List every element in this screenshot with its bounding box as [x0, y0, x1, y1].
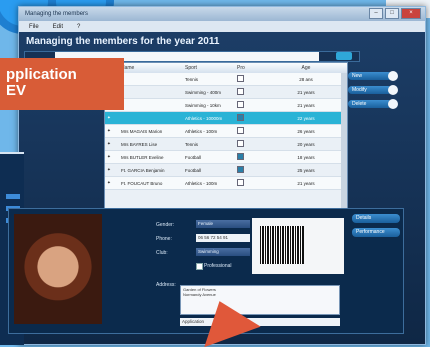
pro-checkbox[interactable] [237, 75, 244, 82]
cell-pro [235, 75, 275, 83]
gender-select[interactable]: Female [196, 220, 250, 228]
cell-name: Ft. FOUCAUT Bruno [121, 180, 163, 186]
cell-pro [235, 114, 275, 122]
member-photo [14, 214, 102, 324]
cell-sport: Swimming - 400m [185, 89, 222, 95]
pro-checkbox[interactable] [237, 179, 244, 186]
menu-file[interactable]: File [29, 24, 39, 30]
member-type-icon: ✦ [107, 154, 111, 159]
overlay-line-2: EV [6, 82, 27, 99]
pro-checkbox[interactable] [237, 114, 244, 121]
club-select[interactable]: Swimming [196, 248, 250, 256]
cell-pro [235, 153, 275, 161]
table-row[interactable]: ✦Swimming - 10km21 years [105, 99, 347, 112]
table-body: ✦ Tennis 28 ans ✦ Swimming - 400m 21 years ✦ Sw… [105, 73, 347, 190]
background-bar [6, 194, 20, 199]
overlay-line-1: pplication [6, 66, 77, 83]
cell-sport: Athletics - 100m [185, 180, 218, 186]
cell-sport: Tennis [185, 76, 199, 82]
pro-checkbox[interactable] [237, 140, 244, 147]
member-type-icon: ✦ [107, 180, 111, 185]
cell-age: 22 years [297, 115, 315, 121]
cell-sport: Athletics - 10000m [185, 115, 223, 121]
delete-button[interactable]: Delete [348, 99, 398, 109]
cell-sport: Athletics - 100m [185, 128, 218, 134]
cell-pro [235, 179, 275, 187]
pro-checkbox[interactable] [237, 153, 244, 160]
club-label: Club: [156, 250, 168, 256]
column-header-pro[interactable]: Pro [235, 65, 275, 71]
members-table: Name Sport Pro Age ✦ Tennis 28 ans ✦ Swimmin… [104, 62, 348, 210]
cell-pro [235, 101, 275, 109]
table-row[interactable]: ✦ Mrs BAYRES Lise Tennis 20 years [105, 138, 347, 151]
performance-button[interactable]: Performance [352, 228, 400, 237]
professional-checkbox[interactable] [196, 263, 203, 270]
maximize-button[interactable]: □ [385, 8, 399, 19]
menu-bar: File Edit ? [19, 21, 425, 32]
title-bar: Managing the members – □ × [19, 7, 425, 21]
cell-age: 21 years [297, 180, 315, 186]
table-header: Name Sport Pro Age [105, 63, 347, 73]
cell-age: 18 years [297, 154, 315, 160]
cell-sport: Tennis [185, 141, 199, 147]
page-title: Managing the members for the year 2011 [26, 36, 220, 47]
table-row[interactable]: ✦ Mrs BUTLER Eveline Football 18 years [105, 151, 347, 164]
member-type-icon: ✦ [107, 128, 111, 133]
menu-help[interactable]: ? [77, 24, 80, 30]
close-button[interactable]: × [401, 8, 421, 19]
cell-age: 21 years [297, 89, 315, 95]
pro-checkbox[interactable] [237, 101, 244, 108]
column-header-sport[interactable]: Sport [183, 65, 235, 71]
table-scrollbar[interactable] [341, 73, 347, 209]
cell-pro [235, 166, 275, 174]
gender-label: Gender: [156, 222, 175, 228]
menu-edit[interactable]: Edit [53, 24, 63, 30]
member-type-icon: ✦ [107, 141, 111, 146]
overlay-banner: pplication EV [0, 58, 124, 110]
table-row[interactable]: ✦ Ft. GARCIA Benjamin Football 25 years [105, 164, 347, 177]
phone-label: Phone: [156, 236, 172, 242]
table-row[interactable]: ✦Swimming - 400m21 years [105, 86, 347, 99]
phone-field[interactable]: 06 56 72 54 91 [196, 234, 250, 242]
column-header-age[interactable]: Age [275, 65, 335, 71]
cell-sport: Football [185, 167, 202, 173]
address-label: Address: [156, 282, 176, 288]
table-row[interactable]: ✦ Athletics - 10000m 22 years [105, 112, 347, 125]
cell-pro [235, 88, 275, 96]
member-type-icon: ✦ [107, 167, 111, 172]
pro-checkbox[interactable] [237, 127, 244, 134]
cell-age: 28 ans [299, 76, 313, 82]
modify-button[interactable]: Modify [348, 85, 398, 95]
search-go-button[interactable] [336, 52, 352, 60]
pro-checkbox[interactable] [237, 88, 244, 95]
cell-age: 25 years [297, 167, 315, 173]
column-header-name[interactable]: Name [119, 65, 183, 71]
table-row[interactable]: ✦ Mrs MAGAIS Marion Athletics - 100m 26 yea… [105, 125, 347, 138]
table-row[interactable]: ✦ Ft. FOUCAUT Bruno Athletics - 100m 21 yea… [105, 177, 347, 190]
member-type-icon: ✦ [107, 115, 111, 120]
cell-name: Ft. GARCIA Benjamin [121, 167, 165, 173]
minimize-button[interactable]: – [369, 8, 383, 19]
cell-sport: Swimming - 10km [185, 102, 221, 108]
window-controls: – □ × [369, 8, 421, 19]
cell-pro [235, 127, 275, 135]
cell-age: 20 years [297, 141, 315, 147]
cell-name: Mrs MAGAIS Marion [121, 128, 163, 134]
pro-checkbox[interactable] [237, 166, 244, 173]
cell-name: Mrs BAYRES Lise [121, 141, 158, 147]
cell-sport: Football [185, 154, 202, 160]
details-button[interactable]: Details [352, 214, 400, 223]
cell-age: 21 years [297, 102, 315, 108]
cell-pro [235, 140, 275, 148]
table-row[interactable]: ✦Tennis28 ans [105, 73, 347, 86]
cell-name: Mrs BUTLER Eveline [121, 154, 164, 160]
window-title: Managing the members [25, 11, 89, 17]
new-button[interactable]: New [348, 71, 398, 81]
barcode [260, 226, 304, 264]
professional-label: Professional [204, 263, 232, 269]
cell-age: 26 years [297, 128, 315, 134]
